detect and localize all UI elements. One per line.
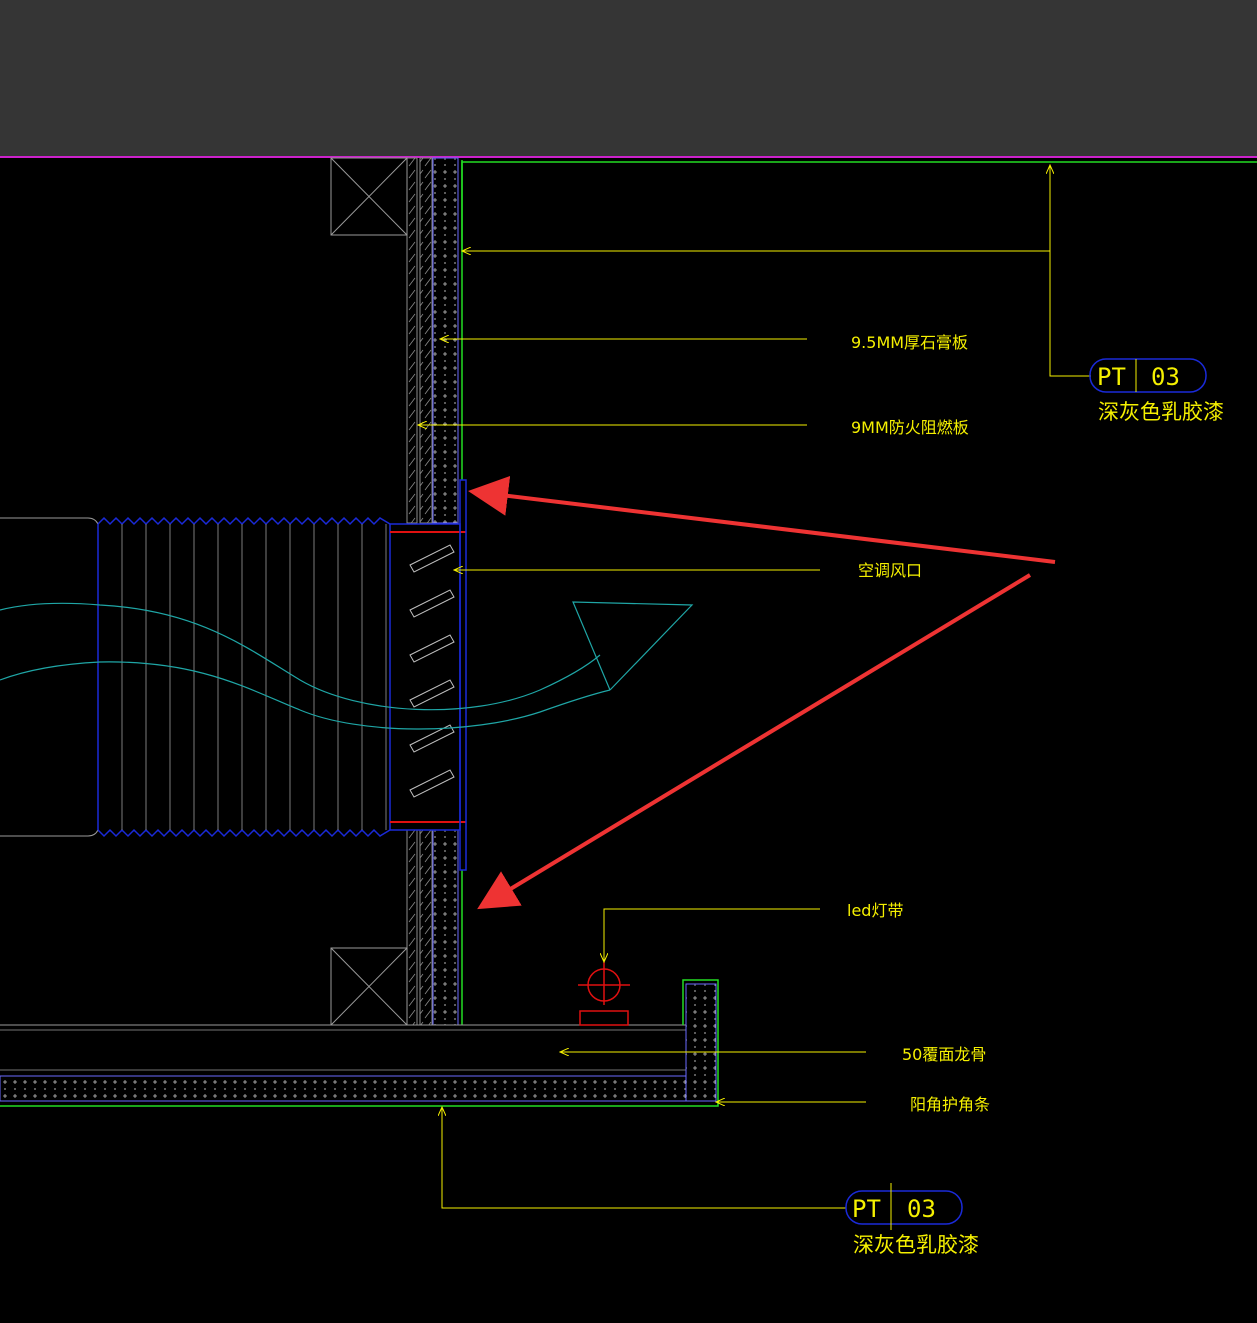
cad-drawing[interactable]: 9.5MM厚石膏板 9MM防火阻燃板 空调风口 led灯带 50覆面龙骨 阳角护… [0, 0, 1257, 1323]
keel-box-lower [330, 947, 408, 1026]
cad-viewport[interactable]: 9.5MM厚石膏板 9MM防火阻燃板 空调风口 led灯带 50覆面龙骨 阳角护… [0, 0, 1257, 1323]
annotation-arrow-upper [468, 475, 1056, 564]
led-light-fixture [578, 962, 630, 1026]
airflow-arrow [0, 601, 694, 730]
wall-section-upper [406, 157, 463, 524]
flex-duct [0, 516, 391, 838]
label-ac-vent: 空调风口 [858, 561, 922, 580]
leader-tag-top [1050, 165, 1091, 377]
tag-bottom-number: 03 [907, 1195, 936, 1223]
wall-section-lower [406, 829, 463, 1026]
label-corner: 阳角护角条 [910, 1095, 990, 1114]
tag-bottom-desc: 深灰色乳胶漆 [853, 1233, 979, 1257]
finish-line-top [461, 161, 1257, 250]
tag-pt03-bottom: PT 03 深灰色乳胶漆 [845, 1183, 979, 1257]
annotation-arrows [468, 475, 1056, 910]
leader-tag-bottom [442, 1107, 846, 1209]
label-keel: 50覆面龙骨 [902, 1045, 986, 1064]
duct-top-zigzag [97, 516, 391, 526]
tag-top-number: 03 [1151, 363, 1180, 391]
tag-top-code: PT [1097, 363, 1126, 391]
label-fireboard: 9MM防火阻燃板 [851, 418, 969, 437]
tag-top-desc: 深灰色乳胶漆 [1098, 400, 1224, 424]
duct-bottom-zigzag [97, 828, 391, 838]
tag-bottom-code: PT [852, 1195, 881, 1223]
ac-vent-grille [389, 479, 467, 871]
label-gypsum: 9.5MM厚石膏板 [851, 333, 968, 352]
label-led: led灯带 [847, 901, 903, 920]
leader-led [604, 908, 820, 962]
keel-box-upper [330, 157, 408, 236]
tag-pt03-top: PT 03 深灰色乳胶漆 [1089, 358, 1224, 424]
annotation-arrow-lower [477, 573, 1032, 910]
